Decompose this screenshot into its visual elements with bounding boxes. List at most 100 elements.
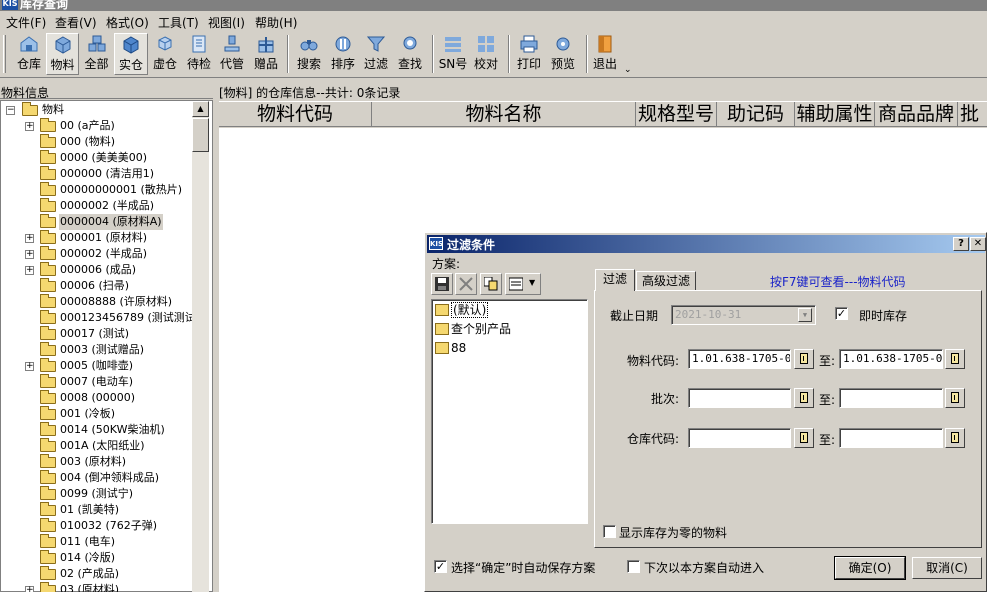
show-zero-stock-checkbox[interactable] — [603, 525, 616, 538]
batch-to-input[interactable] — [839, 388, 943, 408]
menu-tools[interactable]: 工具(T) — [158, 14, 199, 31]
warehouse-code-from-input[interactable] — [688, 428, 791, 448]
expand-icon[interactable]: + — [25, 250, 34, 259]
toolbar-custody-button[interactable]: 代管 — [216, 33, 248, 75]
ok-button[interactable]: 确定(O) — [834, 556, 906, 580]
material-code-from-input[interactable]: 1.01.638-1705-000 — [688, 349, 791, 369]
toolbar-warehouse-button[interactable]: 仓库 — [12, 33, 46, 75]
scheme-item-default[interactable]: (默认) — [435, 301, 489, 319]
batch-from-lookup-button[interactable] — [794, 388, 814, 408]
menu-view[interactable]: 查看(V) — [55, 14, 97, 31]
menu-format[interactable]: 格式(O) — [106, 14, 149, 31]
warehouse-code-from-lookup-button[interactable] — [794, 428, 814, 448]
batch-to-lookup-button[interactable] — [945, 388, 965, 408]
warehouse-code-to-lookup-button[interactable] — [945, 428, 965, 448]
column-header-material-name[interactable]: 物料名称 — [372, 102, 636, 126]
material-tree[interactable]: − 物料 +00 (a产品) 000 (物料) 0000 (美美美00) 000000… — [0, 101, 192, 592]
folder-icon — [40, 390, 56, 404]
scheme-item-individual[interactable]: 查个别产品 — [435, 320, 511, 338]
toolbar-material-button[interactable]: 物料 — [46, 33, 79, 75]
delete-scheme-button[interactable] — [455, 273, 477, 295]
scheme-list[interactable]: (默认) 查个别产品 88 — [431, 299, 588, 524]
collapse-icon[interactable]: − — [6, 106, 15, 115]
autosave-scheme-checkbox[interactable]: ✓ — [434, 560, 447, 573]
toolbar-filter-button[interactable]: 过滤 — [360, 33, 392, 75]
dialog-title-bar[interactable]: KIS 过滤条件 ? ✕ — [427, 235, 986, 253]
toolbar-gift-button[interactable]: 赠品 — [250, 33, 282, 75]
gift-icon — [258, 37, 274, 53]
toolbar-sn-button[interactable]: SN号 — [437, 33, 469, 75]
toolbar-search-button[interactable]: 搜索 — [293, 33, 325, 75]
virtual-warehouse-icon — [158, 36, 172, 51]
column-header-material-code[interactable]: 物料代码 — [219, 102, 372, 126]
filter-tab-panel — [594, 290, 982, 548]
folder-icon — [40, 134, 56, 148]
batch-from-input[interactable] — [688, 388, 791, 408]
expand-icon[interactable]: + — [25, 266, 34, 275]
toolbar-preview-button[interactable]: 预览 — [547, 33, 579, 75]
menu-file[interactable]: 文件(F) — [6, 14, 46, 31]
right-panel-title-bar: [物料] 的仓库信息--共计: 0条记录 — [219, 83, 987, 101]
toolbar-grip[interactable] — [3, 35, 6, 73]
column-header-spec-model[interactable]: 规格型号 — [636, 102, 717, 126]
expand-icon[interactable]: + — [25, 586, 34, 592]
realtime-stock-label: 即时库存 — [859, 309, 908, 323]
folder-icon — [22, 102, 38, 116]
lookup-icon — [800, 392, 808, 403]
close-button[interactable]: ✕ — [970, 237, 986, 251]
sn-icon — [445, 37, 461, 52]
scheme-view-dropdown[interactable]: ▼ — [505, 273, 541, 295]
toolbar-virtual-warehouse-button[interactable]: 虚仓 — [149, 33, 181, 75]
toolbar-find-button[interactable]: 查找 — [394, 33, 426, 75]
help-button[interactable]: ? — [953, 237, 969, 251]
tree-item-label: 000006 (成品) — [60, 263, 137, 276]
menu-window[interactable]: 视图(I) — [208, 14, 245, 31]
toolbar-all-button[interactable]: 全部 — [80, 33, 113, 75]
column-header-batch[interactable]: 批 — [958, 102, 987, 126]
save-scheme-button[interactable] — [431, 273, 453, 295]
grid-header: 物料代码 物料名称 规格型号 助记码 辅助属性 商品品牌 批 — [219, 101, 987, 127]
copy-icon — [484, 277, 498, 291]
auto-enter-checkbox[interactable] — [627, 560, 640, 573]
realtime-stock-checkbox[interactable]: ✓ — [835, 307, 848, 320]
pane-splitter[interactable] — [213, 83, 218, 592]
tree-item-label: 011 (电车) — [60, 535, 116, 548]
exit-door-icon — [598, 35, 612, 53]
material-code-to-input[interactable]: 1.01.638-1705-000 — [839, 349, 943, 369]
folder-icon — [40, 406, 56, 420]
toolbar-inspect-button[interactable]: 待检 — [183, 33, 215, 75]
toolbar-real-warehouse-button[interactable]: 实仓 — [114, 33, 148, 75]
toolbar-sort-button[interactable]: 排序 — [327, 33, 359, 75]
column-header-mnemonic[interactable]: 助记码 — [717, 102, 795, 126]
magnifier-icon — [403, 36, 417, 50]
toolbar-print-button[interactable]: 打印 — [513, 33, 545, 75]
tree-item-label: 001 (冷板) — [60, 407, 116, 420]
tree-item-label: 000002 (半成品) — [60, 247, 148, 260]
tab-filter[interactable]: 过滤 — [595, 269, 635, 291]
expand-icon[interactable]: + — [25, 234, 34, 243]
tab-advanced-filter[interactable]: 高级过滤 — [636, 271, 696, 291]
scroll-up-arrow-icon[interactable]: ▲ — [192, 101, 209, 117]
tree-item-label: 000 (物料) — [60, 135, 116, 148]
toolbar-overflow-chevron[interactable]: ⌄ — [624, 65, 632, 75]
scheme-item-88[interactable]: 88 — [435, 339, 466, 357]
toolbar-exit-button[interactable]: 退出 — [589, 33, 621, 75]
menu-help[interactable]: 帮助(H) — [255, 14, 297, 31]
expand-icon[interactable]: + — [25, 362, 34, 371]
toolbar-proofread-button[interactable]: 校对 — [470, 33, 502, 75]
tree-item-label: 03 (原材料) — [60, 583, 120, 592]
folder-icon — [40, 326, 56, 340]
column-header-brand[interactable]: 商品品牌 — [875, 102, 958, 126]
scroll-thumb[interactable] — [192, 118, 209, 152]
column-header-aux-attr[interactable]: 辅助属性 — [795, 102, 875, 126]
material-code-from-lookup-button[interactable] — [794, 349, 814, 369]
warehouse-code-to-input[interactable] — [839, 428, 943, 448]
tree-vertical-scrollbar[interactable]: ▲ — [192, 101, 209, 592]
cancel-button[interactable]: 取消(C) — [912, 557, 982, 579]
expand-icon[interactable]: + — [25, 122, 34, 131]
tree-item-label: 001A (太阳纸业) — [60, 439, 145, 452]
folder-icon — [40, 358, 56, 372]
tree-item-label: 0000 (美美美00) — [60, 151, 148, 164]
copy-scheme-button[interactable] — [480, 273, 502, 295]
material-code-to-lookup-button[interactable] — [945, 349, 965, 369]
